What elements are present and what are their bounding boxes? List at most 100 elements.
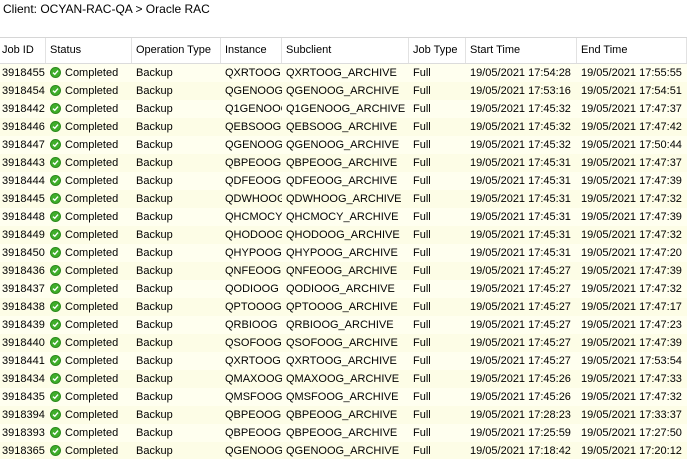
start-time-cell: 19/05/2021 17:54:28 — [470, 67, 571, 79]
check-circle-icon — [50, 193, 61, 204]
operation-type-cell: Backup — [136, 121, 173, 133]
end-time-cell: 19/05/2021 17:47:32 — [581, 283, 682, 295]
start-time-cell: 19/05/2021 17:45:27 — [470, 319, 571, 331]
table-row[interactable]: 3918455 Completed Backup QXRTOOG QXRTOOG_ARC… — [0, 64, 687, 82]
check-circle-icon — [50, 301, 61, 312]
column-header-end-time[interactable]: End Time — [577, 38, 687, 63]
table-row[interactable]: 3918444 Completed Backup QDFEOOG QDFEOOG_ARC… — [0, 172, 687, 190]
end-time-cell: 19/05/2021 17:47:39 — [581, 265, 682, 277]
table-header: Job ID Status Operation Type Instance Su… — [0, 38, 687, 64]
status-cell: Completed — [46, 100, 132, 118]
table-row[interactable]: 3918439 Completed Backup QRBIOOG QRBIOOG_ARC… — [0, 316, 687, 334]
table-row[interactable]: 3918447 Completed Backup QGENOOG QGENOOG_ARC… — [0, 136, 687, 154]
status-text: Completed — [65, 211, 119, 223]
subclient-cell: Q1GENOOG_ARCHIVE — [286, 103, 406, 115]
check-circle-icon — [50, 427, 61, 438]
end-time-cell: 19/05/2021 17:47:23 — [581, 319, 682, 331]
start-time-cell: 19/05/2021 17:45:26 — [470, 373, 571, 385]
jobs-table[interactable]: Job ID Status Operation Type Instance Su… — [0, 37, 687, 459]
subclient-cell: QGENOOG_ARCHIVE — [286, 85, 400, 97]
end-time-cell: 19/05/2021 17:54:51 — [581, 85, 682, 97]
job-type-cell: Full — [413, 319, 431, 331]
table-row[interactable]: 3918365 Completed Backup QGENOOG QGENOOG_ARC… — [0, 442, 687, 459]
end-time-cell: 19/05/2021 17:47:17 — [581, 301, 682, 313]
operation-type-cell: Backup — [136, 409, 173, 421]
check-circle-icon — [50, 391, 61, 402]
job-id-cell: 3918394 — [2, 409, 45, 421]
column-header-job-type[interactable]: Job Type — [409, 38, 466, 63]
check-circle-icon — [50, 211, 61, 222]
status-text: Completed — [65, 391, 119, 403]
start-time-cell: 19/05/2021 17:45:27 — [470, 265, 571, 277]
breadcrumb[interactable]: Client: OCYAN-RAC-QA > Oracle RAC — [3, 2, 210, 16]
table-row[interactable]: 3918434 Completed Backup QMAXOOG QMAXOOG_ARC… — [0, 370, 687, 388]
subclient-cell: QRBIOOG_ARCHIVE — [286, 319, 394, 331]
status-cell: Completed — [46, 442, 132, 459]
instance-cell: QXRTOOG — [225, 355, 281, 367]
job-type-cell: Full — [413, 193, 431, 205]
job-type-cell: Full — [413, 211, 431, 223]
job-type-cell: Full — [413, 301, 431, 313]
status-cell: Completed — [46, 334, 132, 352]
table-row[interactable]: 3918450 Completed Backup QHYPOOG QHYPOOG_ARC… — [0, 244, 687, 262]
check-circle-icon — [50, 337, 61, 348]
start-time-cell: 19/05/2021 17:45:27 — [470, 355, 571, 367]
instance-cell: QBPEOOG — [225, 157, 282, 169]
column-header-status[interactable]: Status — [46, 38, 132, 63]
table-row[interactable]: 3918441 Completed Backup QXRTOOG QXRTOOG_ARC… — [0, 352, 687, 370]
job-id-cell: 3918365 — [2, 445, 45, 457]
operation-type-cell: Backup — [136, 391, 173, 403]
table-row[interactable]: 3918394 Completed Backup QBPEOOG QBPEOOG_ARC… — [0, 406, 687, 424]
status-text: Completed — [65, 85, 119, 97]
instance-cell: QNFEOOG — [225, 265, 282, 277]
status-text: Completed — [65, 409, 119, 421]
column-header-start-time[interactable]: Start Time — [466, 38, 577, 63]
table-row[interactable]: 3918438 Completed Backup QPTOOOG QPTOOOG_ARC… — [0, 298, 687, 316]
table-row[interactable]: 3918446 Completed Backup QEBSOOG QEBSOOG_ARC… — [0, 118, 687, 136]
job-type-cell: Full — [413, 337, 431, 349]
table-row[interactable]: 3918393 Completed Backup QBPEOOG QBPEOOG_ARC… — [0, 424, 687, 442]
start-time-cell: 19/05/2021 17:45:32 — [470, 103, 571, 115]
job-id-cell: 3918434 — [2, 373, 45, 385]
table-row[interactable]: 3918442 Completed Backup Q1GENOOG Q1GENOOG_A… — [0, 100, 687, 118]
check-circle-icon — [50, 229, 61, 240]
operation-type-cell: Backup — [136, 283, 173, 295]
check-circle-icon — [50, 247, 61, 258]
table-row[interactable]: 3918448 Completed Backup QHCMOCY QHCMOCY_ARC… — [0, 208, 687, 226]
subclient-cell: QHCMOCY_ARCHIVE — [286, 211, 399, 223]
check-circle-icon — [50, 283, 61, 294]
instance-cell: QRBIOOG — [225, 319, 278, 331]
job-id-cell: 3918437 — [2, 283, 45, 295]
status-text: Completed — [65, 175, 119, 187]
status-cell: Completed — [46, 172, 132, 190]
status-text: Completed — [65, 229, 119, 241]
table-row[interactable]: 3918454 Completed Backup QGENOOG QGENOOG_ARC… — [0, 82, 687, 100]
job-id-cell: 3918435 — [2, 391, 45, 403]
instance-cell: QMAXOOG — [225, 373, 282, 385]
check-circle-icon — [50, 265, 61, 276]
status-text: Completed — [65, 373, 119, 385]
table-row[interactable]: 3918445 Completed Backup QDWHOOG QDWHOOG_ARC… — [0, 190, 687, 208]
table-row[interactable]: 3918437 Completed Backup QODIOOG QODIOOG_ARC… — [0, 280, 687, 298]
subclient-cell: QXRTOOG_ARCHIVE — [286, 67, 397, 79]
table-row[interactable]: 3918435 Completed Backup QMSFOOG QMSFOOG_ARC… — [0, 388, 687, 406]
job-id-cell: 3918446 — [2, 121, 45, 133]
job-id-cell: 3918444 — [2, 175, 45, 187]
column-header-operation-type[interactable]: Operation Type — [132, 38, 221, 63]
instance-cell: Q1GENOOG — [225, 103, 282, 115]
instance-cell: QBPEOOG — [225, 409, 282, 421]
operation-type-cell: Backup — [136, 157, 173, 169]
column-header-subclient[interactable]: Subclient — [282, 38, 409, 63]
operation-type-cell: Backup — [136, 319, 173, 331]
job-type-cell: Full — [413, 265, 431, 277]
table-row[interactable]: 3918436 Completed Backup QNFEOOG QNFEOOG_ARC… — [0, 262, 687, 280]
check-circle-icon — [50, 445, 61, 456]
instance-cell: QMSFOOG — [225, 391, 282, 403]
column-header-instance[interactable]: Instance — [221, 38, 282, 63]
table-row[interactable]: 3918449 Completed Backup QHODOOG QHODOOG_ARC… — [0, 226, 687, 244]
subclient-cell: QPTOOOG_ARCHIVE — [286, 301, 398, 313]
column-header-job-id[interactable]: Job ID — [0, 38, 46, 63]
table-row[interactable]: 3918443 Completed Backup QBPEOOG QBPEOOG_ARC… — [0, 154, 687, 172]
job-id-cell: 3918438 — [2, 301, 45, 313]
table-row[interactable]: 3918440 Completed Backup QSOFOOG QSOFOOG_ARC… — [0, 334, 687, 352]
